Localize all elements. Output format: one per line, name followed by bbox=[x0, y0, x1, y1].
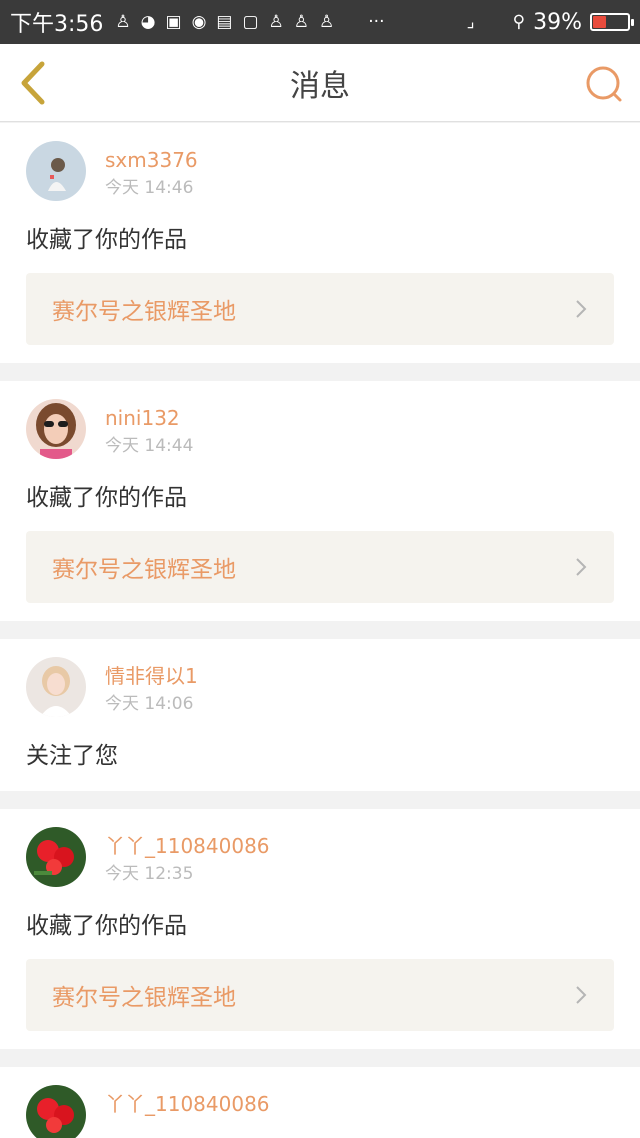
avatar[interactable] bbox=[26, 141, 86, 201]
username[interactable]: nini132 bbox=[105, 405, 193, 431]
username[interactable]: 丫丫_110840086 bbox=[105, 833, 270, 859]
work-link[interactable]: 赛尔号之银辉圣地 bbox=[26, 273, 614, 345]
app-notification-icon: ♙ bbox=[319, 11, 335, 32]
action-text: 收藏了你的作品 bbox=[26, 913, 187, 939]
work-title: 赛尔号之银辉圣地 bbox=[52, 557, 236, 583]
message-list: sxm3376 今天 14:46 收藏了你的作品 赛尔号之银辉圣地 nini13… bbox=[0, 123, 640, 1138]
battery-icon bbox=[590, 13, 634, 31]
avatar[interactable] bbox=[26, 1085, 86, 1138]
status-bar: 下午3:56 ♙ ◕ ▣ ◉ ▤ ▢ ♙ ♙ ♙ ··· ⌟ ⚲ 39% bbox=[0, 0, 640, 44]
chevron-right-icon bbox=[576, 558, 587, 576]
action-text: 收藏了你的作品 bbox=[26, 485, 187, 511]
signal-icon: ⌟ bbox=[466, 11, 475, 32]
system-status: ⌟ ⚲ 39% bbox=[466, 9, 634, 35]
work-link[interactable]: 赛尔号之银辉圣地 bbox=[26, 959, 614, 1031]
timestamp: 今天 14:06 bbox=[105, 694, 194, 714]
bike-icon: ⚲ bbox=[512, 11, 526, 32]
app-notification-icon: ♙ bbox=[115, 11, 131, 32]
username[interactable]: 情非得以1 bbox=[105, 663, 198, 689]
avatar[interactable] bbox=[26, 827, 86, 887]
avatar[interactable] bbox=[26, 657, 86, 717]
mi-icon: ▤ bbox=[216, 11, 233, 32]
username[interactable]: 丫丫_110840086 bbox=[105, 1091, 270, 1117]
timestamp: 今天 12:35 bbox=[105, 864, 194, 884]
username[interactable]: sxm3376 bbox=[105, 147, 198, 173]
page-title: 消息 bbox=[290, 68, 350, 104]
message-item: 丫丫_110840086 bbox=[0, 1067, 640, 1138]
wechat-icon: ◕ bbox=[140, 11, 156, 32]
chevron-left-icon[interactable] bbox=[16, 60, 52, 106]
chevron-right-icon bbox=[576, 986, 587, 1004]
search-icon[interactable] bbox=[584, 64, 624, 104]
nav-header: 消息 bbox=[0, 44, 640, 122]
battery-level bbox=[593, 16, 606, 28]
notification-icons: ♙ ◕ ▣ ◉ ▤ ▢ ♙ ♙ ♙ ··· bbox=[115, 11, 466, 32]
message-item: nini132 今天 14:44 收藏了你的作品 赛尔号之银辉圣地 bbox=[0, 381, 640, 621]
more-icon: ··· bbox=[368, 11, 385, 32]
app-notification-icon: ♙ bbox=[293, 11, 310, 32]
work-title: 赛尔号之银辉圣地 bbox=[52, 985, 236, 1011]
battery-percent: 39% bbox=[533, 9, 582, 35]
message-item: sxm3376 今天 14:46 收藏了你的作品 赛尔号之银辉圣地 bbox=[0, 123, 640, 363]
message-item: 丫丫_110840086 今天 12:35 收藏了你的作品 赛尔号之银辉圣地 bbox=[0, 809, 640, 1049]
action-text: 收藏了你的作品 bbox=[26, 227, 187, 253]
weibo-icon: ◉ bbox=[191, 11, 207, 32]
message-item: 情非得以1 今天 14:06 关注了您 bbox=[0, 639, 640, 791]
work-title: 赛尔号之银辉圣地 bbox=[52, 299, 236, 325]
work-link[interactable]: 赛尔号之银辉圣地 bbox=[26, 531, 614, 603]
timestamp: 今天 14:44 bbox=[105, 436, 194, 456]
action-text: 关注了您 bbox=[26, 743, 118, 769]
avatar[interactable] bbox=[26, 399, 86, 459]
app-notification-icon: ♙ bbox=[268, 11, 284, 32]
calendar-icon: ▢ bbox=[242, 11, 259, 32]
timestamp: 今天 14:46 bbox=[105, 178, 194, 198]
status-time: 下午3:56 bbox=[10, 12, 104, 37]
message-icon: ▣ bbox=[165, 11, 182, 32]
chevron-right-icon bbox=[576, 300, 587, 318]
